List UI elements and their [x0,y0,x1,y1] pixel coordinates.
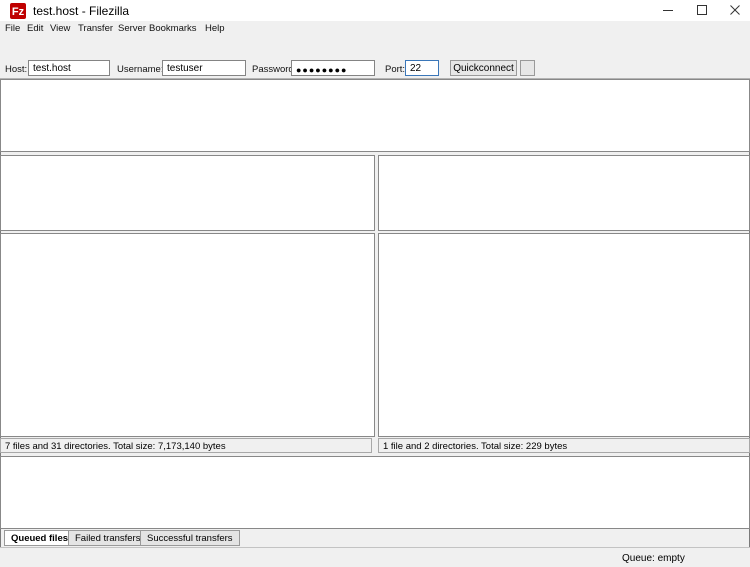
svg-text:Fz: Fz [12,6,25,18]
